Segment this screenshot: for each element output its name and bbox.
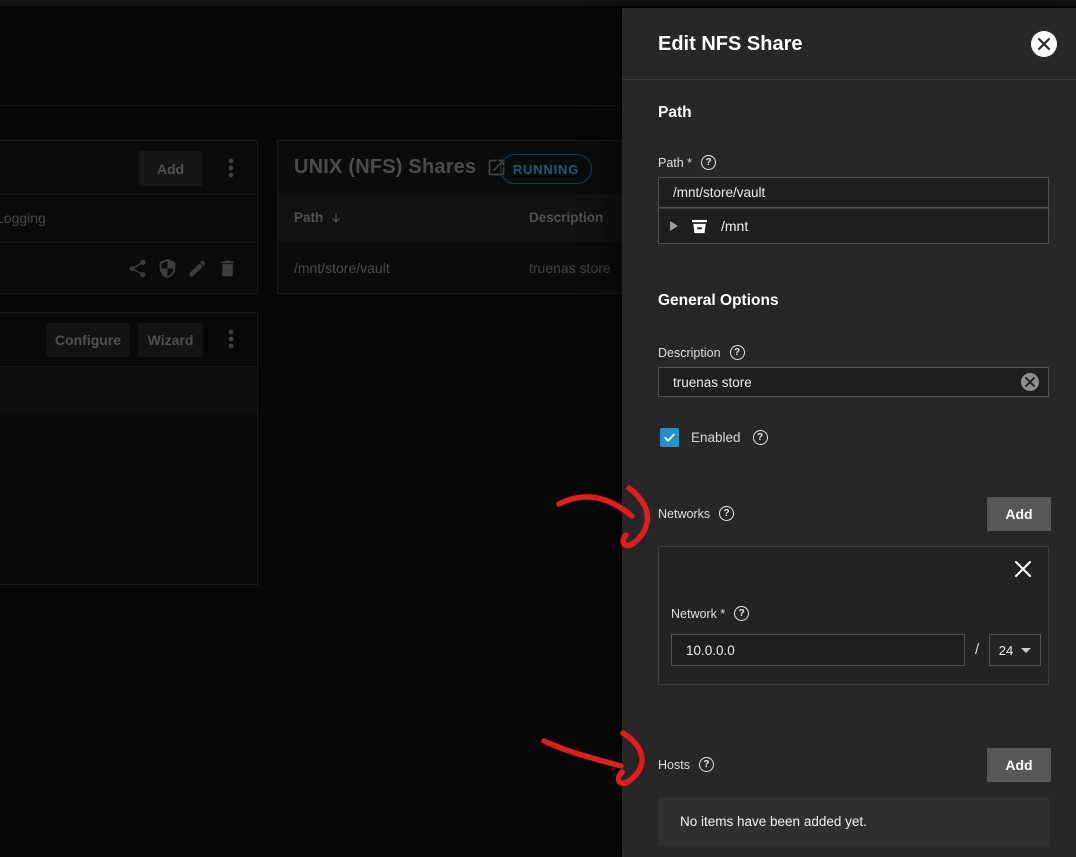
networks-add-button[interactable]: Add <box>987 497 1051 531</box>
enabled-checkbox[interactable] <box>660 428 679 447</box>
nfs-table-header: Path Description <box>278 194 621 242</box>
path-section-heading: Path <box>658 104 692 122</box>
shield-icon[interactable] <box>157 258 178 279</box>
sharing-row-label: Logging <box>0 194 46 242</box>
nfs-card-title: UNIX (NFS) Shares <box>294 156 476 179</box>
panel-title: Edit NFS Share <box>658 8 802 80</box>
kebab-menu-icon[interactable] <box>217 325 245 353</box>
help-icon[interactable] <box>734 606 749 621</box>
nfs-shares-card: UNIX (NFS) Shares RUNNING Path Descripti… <box>277 140 622 294</box>
help-icon[interactable] <box>701 155 716 170</box>
expand-arrow-icon[interactable] <box>670 221 678 231</box>
network-input[interactable]: 10.0.0.0 <box>671 634 965 666</box>
hosts-add-button[interactable]: Add <box>987 748 1051 782</box>
sharing-add-button[interactable]: Add <box>139 151 202 186</box>
dataset-icon <box>689 216 710 237</box>
cell-description: truenas store <box>529 242 611 294</box>
help-icon[interactable] <box>719 506 734 521</box>
path-field-label: Path * <box>658 155 716 170</box>
wizard-button[interactable]: Wizard <box>138 323 203 357</box>
networks-label: Networks <box>658 506 734 521</box>
kebab-menu-icon[interactable] <box>217 154 245 182</box>
cidr-separator: / <box>975 634 979 666</box>
column-header-path[interactable]: Path <box>294 194 343 242</box>
sort-down-icon <box>329 211 343 225</box>
general-options-heading: General Options <box>658 292 779 310</box>
help-icon[interactable] <box>699 757 714 772</box>
service-status-badge[interactable]: RUNNING <box>500 154 592 184</box>
share-icon[interactable] <box>127 258 148 279</box>
close-icon[interactable] <box>1031 31 1057 57</box>
column-header-description[interactable]: Description <box>529 194 603 242</box>
sharing-card: Add Logging <box>0 140 258 294</box>
prefix-length-select[interactable]: 24 <box>989 634 1041 666</box>
path-input[interactable]: /mnt/store/vault <box>658 177 1049 208</box>
truenas-screen: Add Logging Configure Wizard <box>0 0 1076 857</box>
clear-input-icon[interactable] <box>1021 373 1039 391</box>
share-actions-row <box>0 242 248 294</box>
chevron-down-icon <box>1021 648 1031 653</box>
delete-trash-icon[interactable] <box>217 258 238 279</box>
hosts-empty-message: No items have been added yet. <box>658 797 1049 846</box>
edit-pencil-icon[interactable] <box>187 258 208 279</box>
help-icon[interactable] <box>753 430 768 445</box>
config-card: Configure Wizard <box>0 312 258 585</box>
path-tree-node[interactable]: /mnt <box>658 208 1049 244</box>
description-input[interactable]: truenas store <box>658 367 1049 397</box>
config-card-row <box>0 367 257 415</box>
tree-node-label: /mnt <box>721 218 748 234</box>
table-row[interactable]: /mnt/store/vault truenas store <box>278 242 621 294</box>
enabled-label: Enabled <box>691 430 741 445</box>
description-field-label: Description <box>658 345 745 360</box>
red-arrow-hosts <box>544 741 621 766</box>
edit-nfs-share-panel: Edit NFS Share Path Path * /mnt/store/va… <box>622 8 1076 857</box>
remove-network-icon[interactable] <box>1012 558 1034 580</box>
network-entry-card: Network * 10.0.0.0 / 24 <box>658 546 1049 685</box>
help-icon[interactable] <box>730 345 745 360</box>
panel-header: Edit NFS Share <box>622 8 1076 80</box>
hosts-label: Hosts <box>658 757 714 772</box>
toolbar-divider <box>0 105 622 106</box>
cell-path: /mnt/store/vault <box>294 242 390 294</box>
configure-button[interactable]: Configure <box>46 323 130 357</box>
enabled-row: Enabled <box>660 428 768 447</box>
window-top-edge <box>0 0 1076 6</box>
prefix-value: 24 <box>999 643 1013 658</box>
network-field-label: Network * <box>671 606 749 621</box>
